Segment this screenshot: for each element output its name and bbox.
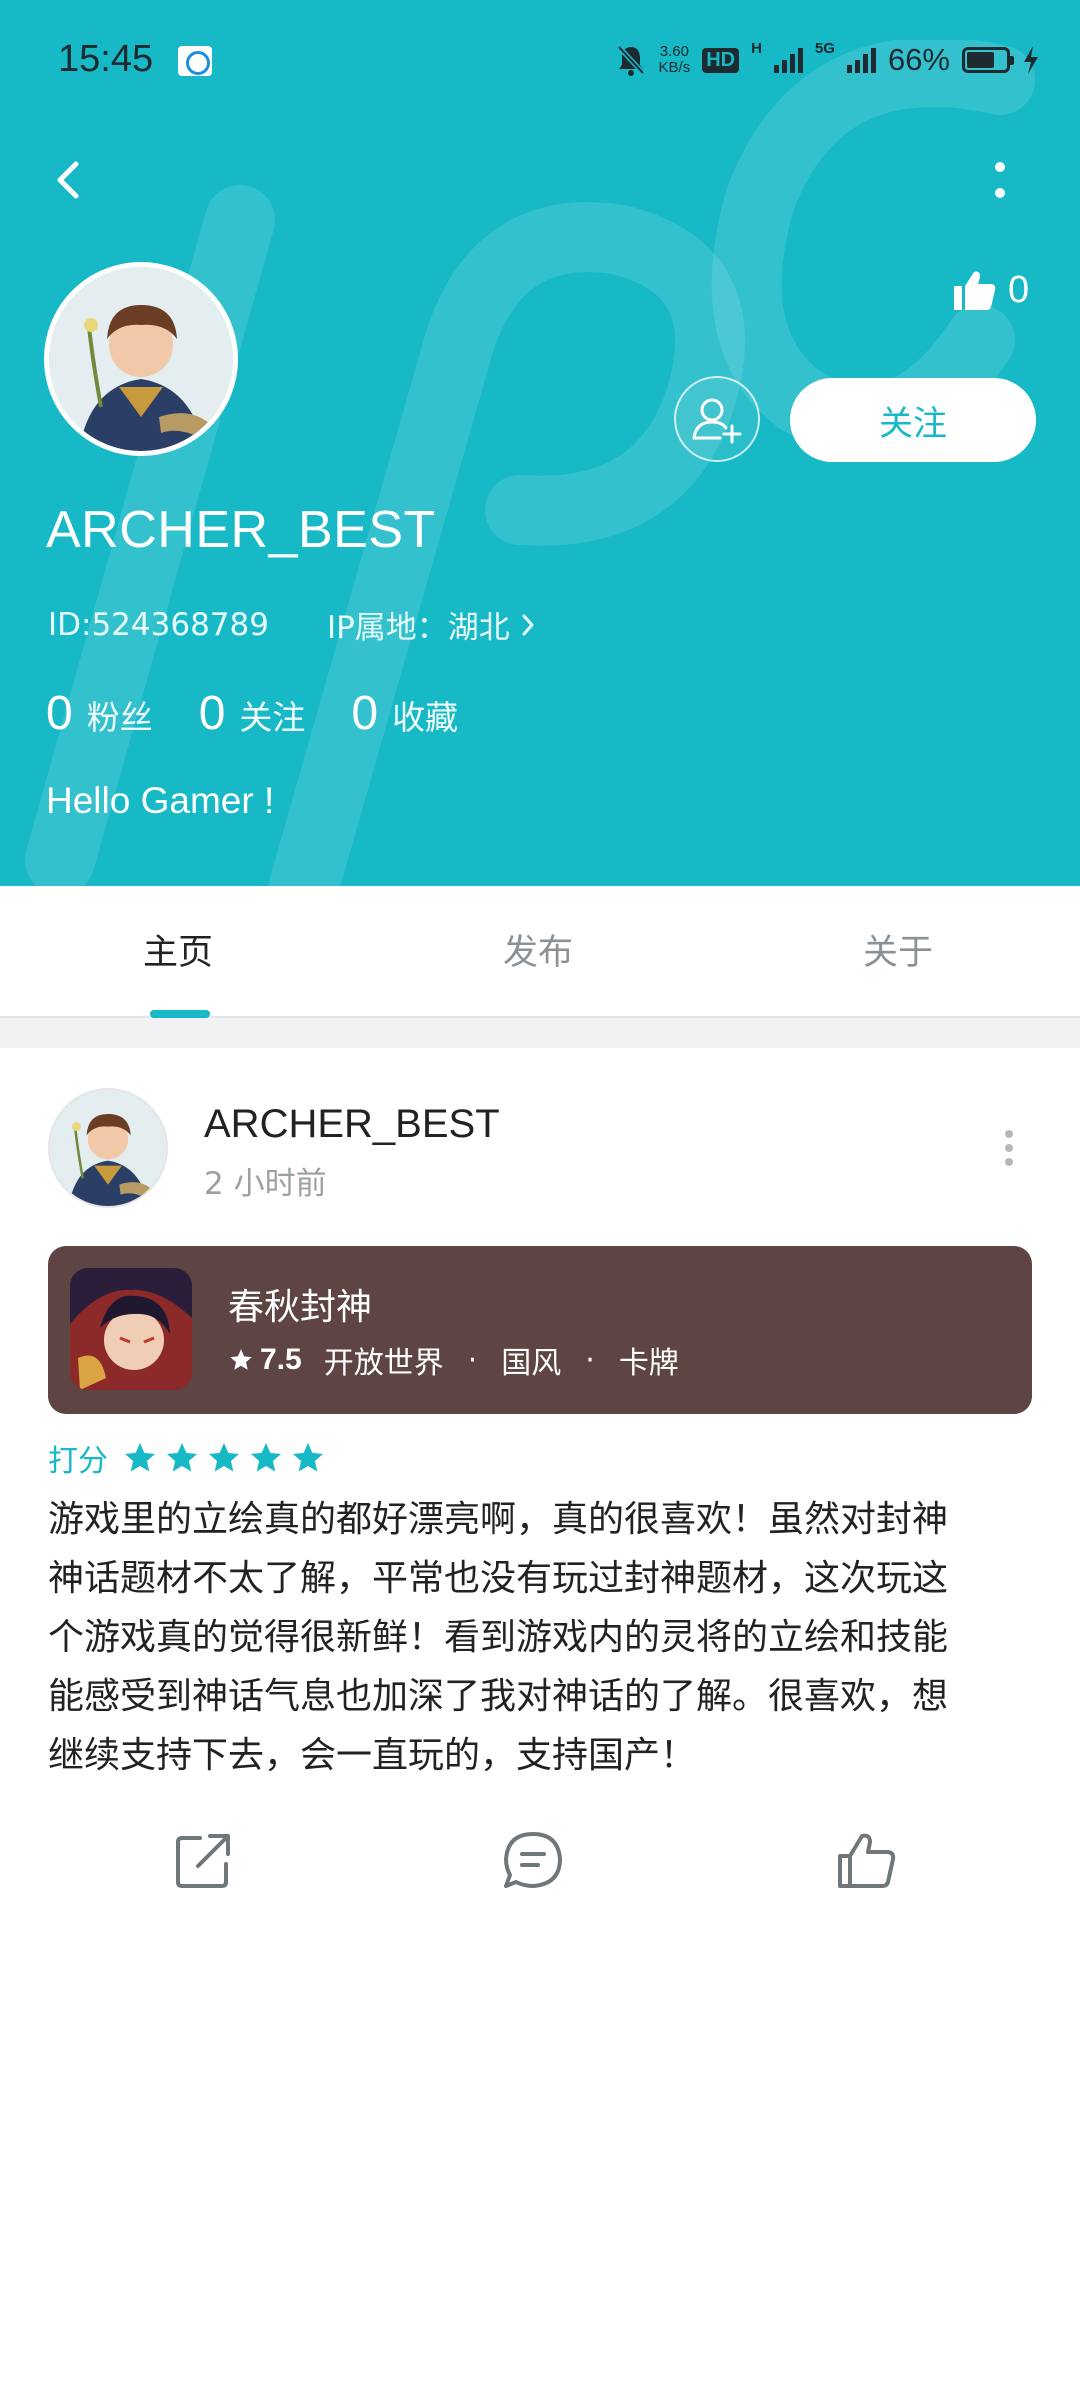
game-tag: 卡牌 xyxy=(618,1346,679,1381)
review-line: 能感受到神话气息也加深了我对神话的了解。很喜欢，想 xyxy=(48,1676,949,1717)
add-friend-button[interactable] xyxy=(674,376,760,462)
profile-bio: Hello Gamer ! xyxy=(46,780,275,821)
avatar-illustration xyxy=(50,1090,166,1206)
profile-tabs: 主页 发布 关于 xyxy=(0,886,1080,1018)
game-tag: 开放世界 xyxy=(323,1346,444,1381)
stat-following[interactable]: 0 关注 xyxy=(199,686,306,741)
network-type-2: 5G xyxy=(814,40,835,57)
review-line: 神话题材不太了解，平常也没有玩过封神题材，这次玩这 xyxy=(48,1558,949,1599)
comment-button[interactable] xyxy=(500,1828,566,1894)
comment-icon xyxy=(504,1832,562,1888)
stat-label: 收藏 xyxy=(392,698,459,737)
share-icon xyxy=(176,1834,230,1888)
stat-number: 0 xyxy=(46,687,73,740)
star-icon xyxy=(230,1349,252,1370)
tag-separator: · xyxy=(467,1342,478,1378)
user-id: ID:524368789 xyxy=(48,606,269,643)
star-icon xyxy=(251,1443,281,1472)
tag-separator: · xyxy=(585,1342,595,1378)
rating-stars xyxy=(122,1440,326,1476)
game-tag: 国风 xyxy=(501,1346,562,1381)
share-button[interactable] xyxy=(170,1828,236,1894)
watermark-logo xyxy=(25,40,1035,886)
status-time: 15:45 xyxy=(58,38,154,80)
profile-stats: 0 粉丝 0 关注 0 收藏 xyxy=(46,686,504,741)
notification-app-icon xyxy=(178,46,212,76)
game-character-illustration xyxy=(70,1268,192,1390)
game-info-line: 7.5 开放世界 · 国风 · 卡牌 xyxy=(228,1338,679,1382)
profile-like-count[interactable]: 0 xyxy=(950,266,1029,314)
add-user-icon xyxy=(692,398,742,444)
like-button[interactable] xyxy=(834,1828,900,1894)
profile-meta: ID:524368789 IP属地：湖北 xyxy=(48,602,538,647)
network-speed: 3.60 KB/s xyxy=(659,44,691,76)
network-speed-value: 3.60 xyxy=(659,43,689,60)
avatar-illustration xyxy=(49,267,233,451)
review-line: 个游戏真的觉得很新鲜！看到游戏内的灵将的立绘和技能 xyxy=(48,1617,949,1658)
game-score: 7.5 xyxy=(260,1343,302,1376)
review-text[interactable]: 游戏里的立绘真的都好漂亮啊，真的很喜欢！虽然对封神 神话题材不太了解，平常也没有… xyxy=(48,1490,1034,1785)
star-icon xyxy=(125,1443,155,1472)
star-icon xyxy=(293,1443,323,1472)
network-speed-unit: KB/s xyxy=(658,59,691,76)
stat-label: 粉丝 xyxy=(86,698,153,737)
charging-bolt-icon xyxy=(1024,46,1038,74)
post-author-name[interactable]: ARCHER_BEST xyxy=(204,1102,500,1147)
stat-number: 0 xyxy=(198,687,226,740)
profile-header: 15:45 3.60 KB/s HD H 5G 66% 0 关注 ARCHER_… xyxy=(0,0,1080,886)
star-icon xyxy=(167,1443,197,1472)
hd-badge: HD xyxy=(702,47,740,73)
profile-username: ARCHER_BEST xyxy=(46,501,436,559)
stat-fans[interactable]: 0 粉丝 xyxy=(46,686,153,741)
signal-icon-2 xyxy=(846,47,876,73)
active-tab-indicator xyxy=(150,1010,210,1018)
thumbs-up-icon xyxy=(954,271,996,310)
ip-location-link[interactable]: IP属地：湖北 xyxy=(327,602,538,647)
mute-bell-icon xyxy=(616,45,645,76)
post-author-avatar[interactable] xyxy=(48,1088,168,1208)
battery-percent: 66% xyxy=(887,42,950,77)
review-line: 游戏里的立绘真的都好漂亮啊，真的很喜欢！虽然对封神 xyxy=(48,1499,949,1540)
more-options-button[interactable] xyxy=(980,150,1020,210)
section-divider xyxy=(0,1018,1080,1048)
more-vertical-icon xyxy=(1005,1130,1013,1166)
stat-label: 关注 xyxy=(239,698,306,737)
follow-button[interactable]: 关注 xyxy=(790,378,1036,462)
game-name: 春秋封神 xyxy=(228,1287,373,1328)
tab-posts[interactable]: 发布 xyxy=(503,924,573,975)
post-rating: 打分 xyxy=(48,1436,326,1480)
back-button[interactable] xyxy=(40,150,100,210)
review-line: 继续支持下去，会一直玩的，支持国产！ xyxy=(48,1735,697,1776)
ip-location: IP属地：湖北 xyxy=(326,610,510,646)
profile-avatar[interactable] xyxy=(44,262,238,456)
like-count: 0 xyxy=(1008,268,1030,311)
rating-label: 打分 xyxy=(48,1444,108,1479)
status-bar: 15:45 3.60 KB/s HD H 5G 66% xyxy=(0,0,1080,120)
star-icon xyxy=(209,1443,239,1472)
chevron-right-icon xyxy=(522,614,534,635)
tab-about[interactable]: 关于 xyxy=(863,924,933,975)
thumbs-up-outline-icon xyxy=(838,1833,896,1888)
game-card[interactable]: 春秋封神 7.5 开放世界 · 国风 · 卡牌 xyxy=(48,1246,1032,1414)
tab-home[interactable]: 主页 xyxy=(143,924,213,975)
network-type-1: H xyxy=(751,40,762,57)
battery-icon xyxy=(962,47,1014,73)
post-more-button[interactable] xyxy=(994,1126,1024,1170)
more-vertical-icon xyxy=(995,162,1005,198)
signal-icon-1 xyxy=(773,47,803,73)
game-icon xyxy=(70,1268,192,1390)
stat-favorites[interactable]: 0 收藏 xyxy=(351,686,458,741)
status-right-group: 3.60 KB/s HD H 5G 66% xyxy=(615,38,1040,82)
stat-number: 0 xyxy=(351,687,379,740)
chevron-left-icon xyxy=(57,161,79,199)
post-timestamp: 2 小时前 xyxy=(204,1166,327,1202)
